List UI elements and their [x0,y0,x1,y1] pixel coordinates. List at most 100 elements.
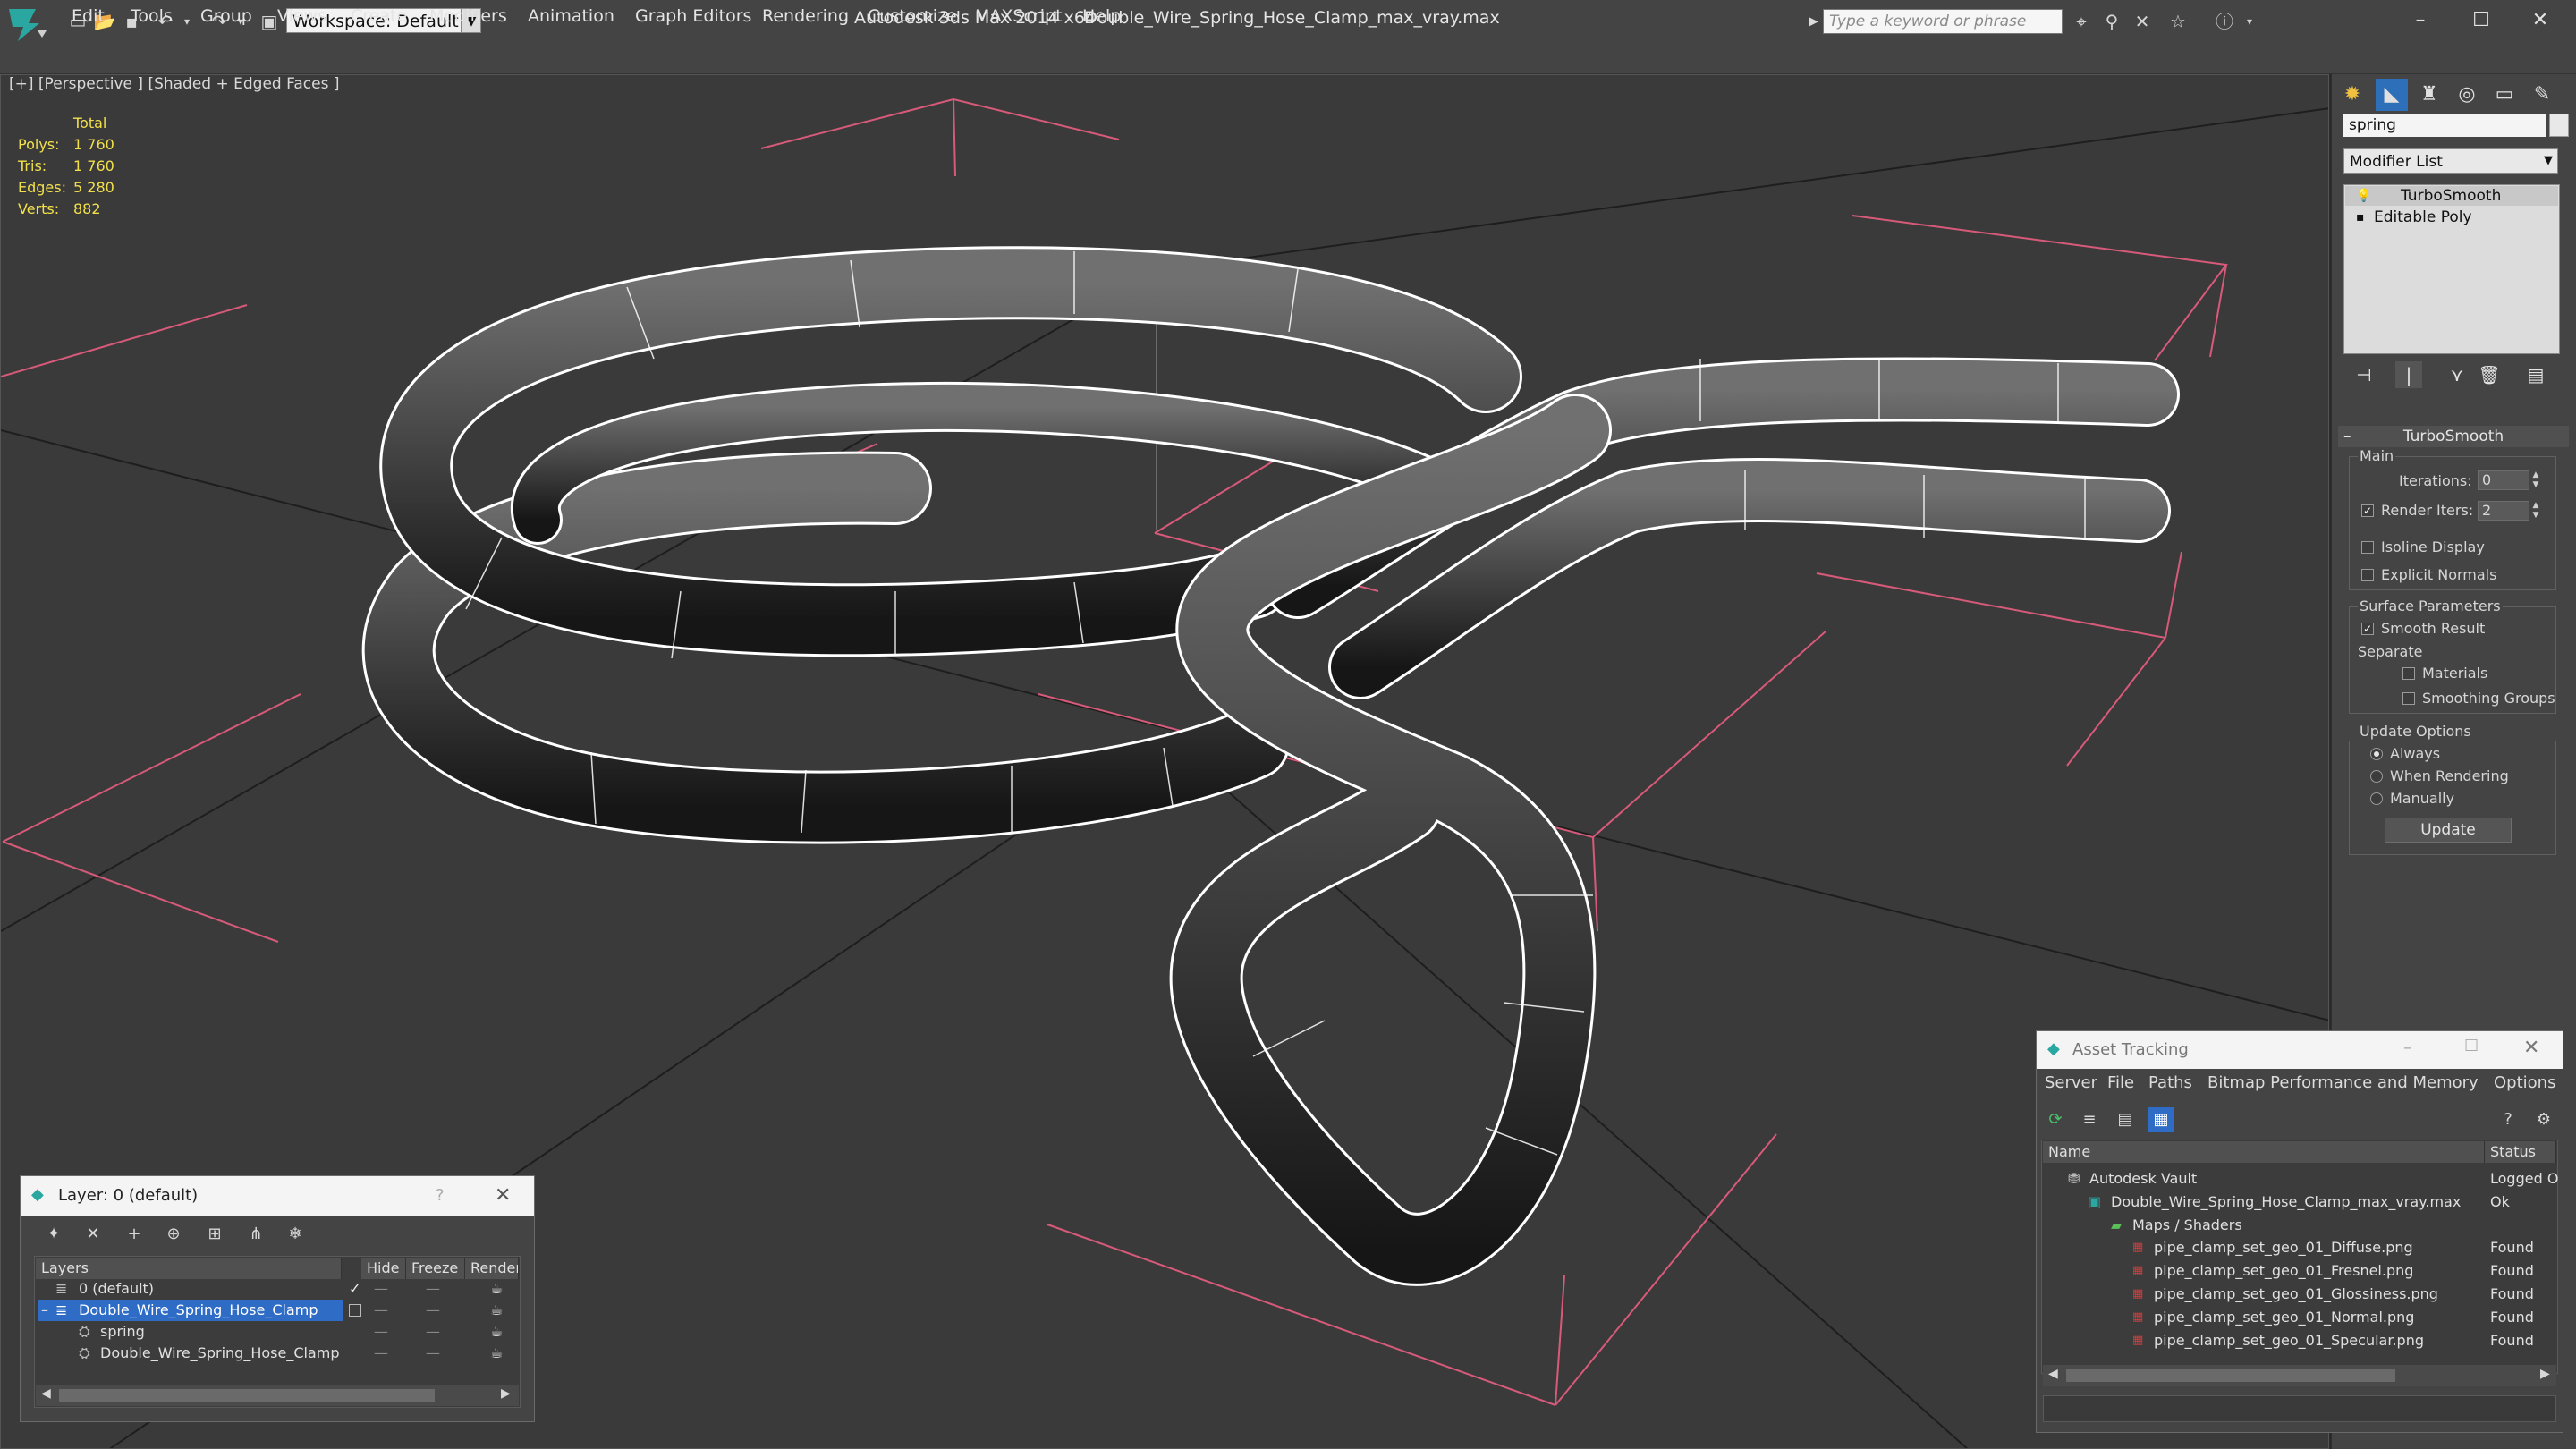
hierarchy-tab-icon[interactable]: ♜ [2413,79,2445,111]
minimize-button[interactable]: – [2395,4,2445,38]
menu-views[interactable]: Views [277,6,326,26]
add-to-layer-icon[interactable]: + [122,1222,147,1247]
asset-row[interactable]: ▦ pipe_clamp_set_geo_01_Specular.png Fou… [2043,1330,2556,1352]
communication-icon[interactable]: ✕ [2129,9,2156,34]
modify-tab-icon[interactable]: ◣ [2376,79,2408,111]
scroll-left-icon[interactable]: ◀ [2048,1367,2058,1381]
asset-menu-server[interactable]: Server [2045,1073,2097,1092]
name-column-header[interactable]: Name [2043,1141,2485,1163]
menu-customize[interactable]: Customize [868,6,957,26]
delete-layer-icon[interactable]: ✕ [80,1222,106,1247]
scroll-thumb[interactable] [2066,1369,2395,1382]
smooth-result-checkbox[interactable]: ✓ [2361,623,2374,635]
hide-all-icon[interactable]: ⋔ [243,1222,268,1247]
app-logo-icon[interactable] [5,4,50,45]
search-expand-icon[interactable]: ▶ [1809,9,1823,34]
freeze-toggle[interactable]: — [426,1343,440,1364]
explicit-normals-checkbox[interactable] [2361,569,2374,581]
layer-row[interactable]: – ≣ Double_Wire_Spring_Hose_Clamp — — ☕ [36,1300,519,1321]
asset-menu-file[interactable]: File [2107,1073,2134,1092]
asset-menu-paths[interactable]: Paths [2148,1073,2192,1092]
subscription-icon[interactable]: ⚲ [2098,9,2125,34]
asset-close-icon[interactable]: ✕ [2523,1037,2539,1059]
render-iters-spinner[interactable]: 2 [2478,501,2529,521]
pin-stack-icon[interactable]: ⊣ [2351,361,2377,388]
render-iters-checkbox[interactable]: ✓ [2361,504,2374,517]
spring-clamp-mesh[interactable] [361,246,2180,1286]
undo-dropdown-icon[interactable]: ▾ [175,10,199,33]
menu-rendering[interactable]: Rendering [762,6,849,26]
menu-tools[interactable]: Tools [131,6,173,26]
asset-row[interactable]: ▦ pipe_clamp_set_geo_01_Diffuse.png Foun… [2043,1237,2556,1258]
scroll-right-icon[interactable]: ▶ [2540,1367,2550,1381]
active-layer-check-icon[interactable]: ✓ [349,1278,360,1300]
scroll-thumb[interactable] [59,1389,435,1402]
highlight-selected-icon[interactable]: ⊞ [202,1222,227,1247]
layer-row[interactable]: ⛭ Double_Wire_Spring_Hose_Clamp — — ☕ [36,1343,519,1364]
render-teapot-icon[interactable]: ☕ [490,1321,503,1343]
hide-column-header[interactable]: Hide [361,1258,406,1279]
layers-column-header[interactable]: Layers [36,1258,342,1279]
lightbulb-icon[interactable]: 💡 [2356,186,2371,206]
asset-row[interactable]: ▣ Double_Wire_Spring_Hose_Clamp_max_vray… [2043,1191,2556,1213]
layer-row[interactable]: ⛭ spring — — ☕ [36,1321,519,1343]
hide-toggle[interactable]: — [374,1321,388,1343]
always-radio[interactable] [2370,748,2383,760]
scroll-left-icon[interactable]: ◀ [41,1386,51,1401]
asset-tracking-titlebar[interactable]: ◆ Asset Tracking – ☐ ✕ [2037,1031,2563,1069]
asset-settings-icon[interactable]: ⚙ [2531,1107,2556,1132]
asset-menu-bitmap-performance[interactable]: Bitmap Performance and Memory [2207,1073,2479,1092]
viewport-label[interactable]: [+] [Perspective ] [Shaded + Edged Faces… [9,75,339,93]
tree-view-icon[interactable]: ▤ [2113,1107,2138,1132]
configure-modifier-sets-icon[interactable]: ▤ [2522,361,2549,388]
motion-tab-icon[interactable]: ◎ [2451,79,2483,111]
stack-item-editable-poly[interactable]: ▪ Editable Poly [2345,208,2558,227]
smoothing-groups-checkbox[interactable] [2402,692,2415,705]
close-button[interactable]: ✕ [2515,4,2565,38]
materials-checkbox[interactable] [2402,667,2415,680]
asset-row[interactable]: ▦ pipe_clamp_set_geo_01_Fresnel.png Foun… [2043,1260,2556,1282]
freeze-toggle[interactable]: — [426,1278,440,1300]
maximize-button[interactable]: ☐ [2456,4,2506,38]
display-tab-icon[interactable]: ▭ [2488,79,2521,111]
utilities-tab-icon[interactable]: ✎ [2526,79,2558,111]
render-column-header[interactable]: Render [465,1258,519,1279]
help-dropdown-icon[interactable]: ▾ [2236,9,2263,34]
menu-group[interactable]: Group [200,6,252,26]
object-color-swatch[interactable] [2549,114,2569,137]
create-tab-icon[interactable]: ✹ [2336,79,2368,111]
iterations-spinner-arrows-icon[interactable]: ▲ ▼ [2529,470,2542,490]
asset-path-field[interactable] [2043,1395,2556,1422]
make-unique-icon[interactable]: ⋎ [2444,361,2470,388]
show-end-result-icon[interactable]: | [2395,361,2422,388]
make-current-checkbox[interactable] [349,1304,361,1317]
favorites-star-icon[interactable]: ☆ [2165,9,2191,34]
layer-horizontal-scrollbar[interactable]: ◀ ▶ [36,1385,519,1406]
hide-toggle[interactable]: — [374,1343,388,1364]
menu-animation[interactable]: Animation [528,6,614,26]
freeze-toggle[interactable]: — [426,1300,440,1321]
menu-maxscript[interactable]: MAXScript [975,6,1063,26]
scroll-right-icon[interactable]: ▶ [501,1386,511,1401]
freeze-column-header[interactable]: Freeze [406,1258,465,1279]
binoculars-icon[interactable]: ⌖ [2068,9,2095,34]
layer-row[interactable]: ≣ 0 (default) ✓ — — ☕ [36,1278,519,1300]
render-teapot-icon[interactable]: ☕ [490,1343,503,1364]
object-name-field[interactable]: spring [2343,114,2546,137]
asset-row[interactable]: ▦ pipe_clamp_set_geo_01_Normal.png Found [2043,1307,2556,1328]
asset-maximize-icon[interactable]: ☐ [2464,1037,2479,1055]
layer-window-close-icon[interactable]: ✕ [495,1184,511,1207]
asset-row[interactable]: ▦ pipe_clamp_set_geo_01_Glossiness.png F… [2043,1284,2556,1305]
chevron-down-icon[interactable]: ▼ [2538,149,2558,173]
select-objects-icon[interactable]: ⊕ [161,1222,186,1247]
asset-menu-options[interactable]: Options [2494,1073,2555,1092]
iterations-spinner[interactable]: 0 [2478,470,2529,490]
expand-plus-icon[interactable]: ▪ [2356,208,2365,227]
menu-create[interactable]: Create [351,6,407,26]
asset-row[interactable]: ⛃ Autodesk Vault Logged O [2043,1168,2558,1190]
remove-modifier-icon[interactable]: 🗑 [2476,361,2503,388]
status-column-header[interactable]: Status [2485,1141,2556,1163]
refresh-icon[interactable]: ⟳ [2043,1107,2068,1132]
update-button[interactable]: Update [2385,818,2512,843]
when-rendering-radio[interactable] [2370,770,2383,783]
